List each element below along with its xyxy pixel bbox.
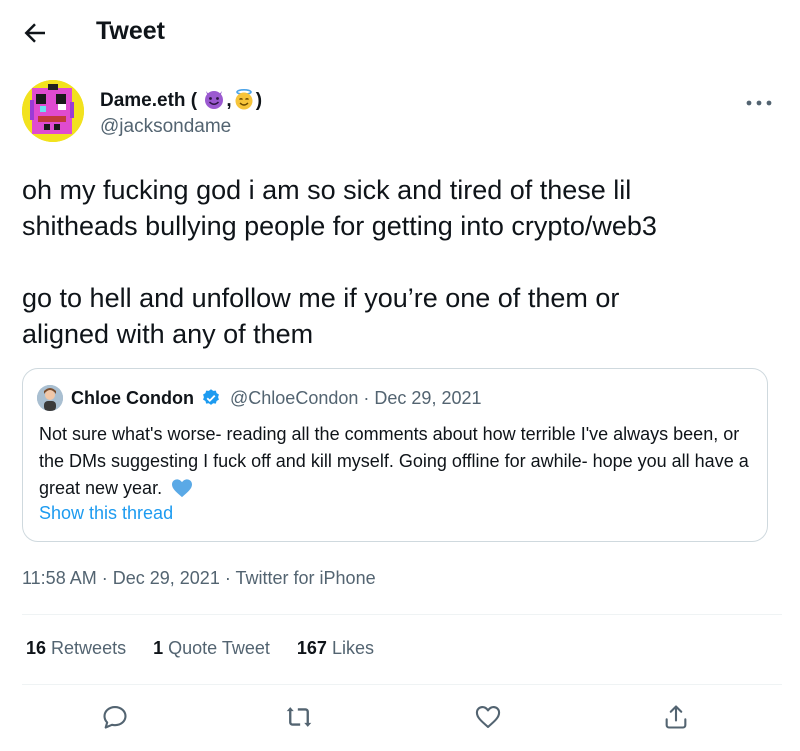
blue-heart-emoji-icon — [172, 479, 193, 498]
tweet-source[interactable]: Twitter for iPhone — [236, 568, 376, 588]
page-title: Tweet — [96, 17, 165, 45]
retweets-count: 16 — [26, 638, 47, 658]
back-arrow-icon[interactable] — [20, 18, 50, 48]
engagement-stats: 16 Retweets 1 Quote Tweet 167 Likes — [26, 638, 396, 659]
quoted-tweet-date: Dec 29, 2021 — [374, 388, 482, 408]
more-icon[interactable] — [744, 96, 774, 110]
author-avatar[interactable] — [22, 80, 84, 142]
tweet-time[interactable]: 11:58 AM — [22, 568, 97, 588]
likes-label: Likes — [331, 638, 374, 658]
tweet-text: oh my fucking god i am so sick and tired… — [22, 175, 657, 349]
timestamp-separator: · — [224, 568, 231, 588]
divider — [22, 614, 782, 615]
quoted-author-handle: @ChloeCondon — [230, 388, 359, 408]
halo-face-emoji-icon — [235, 88, 253, 110]
tweet-action-bar — [0, 703, 800, 733]
author-handle[interactable]: @jacksondame — [100, 116, 231, 138]
share-icon[interactable] — [662, 703, 690, 731]
tweet-date[interactable]: Dec 29, 2021 — [113, 568, 220, 588]
tweet-timestamp: 11:58 AM · Dec 29, 2021 · Twitter for iP… — [22, 568, 376, 589]
quote-tweets-label: Quote Tweet — [168, 638, 270, 658]
author-name[interactable]: Dame.eth ( , ) — [100, 88, 262, 112]
smiling-devil-emoji-icon — [205, 91, 224, 109]
show-thread-link[interactable]: Show this thread — [39, 503, 173, 524]
timestamp-separator: · — [101, 568, 108, 588]
verified-icon — [203, 389, 219, 405]
quoted-tweet-text-block: Not sure what's worse- reading all the c… — [39, 421, 759, 502]
likes-count: 167 — [296, 638, 327, 658]
like-icon[interactable] — [474, 703, 502, 731]
reply-icon[interactable] — [101, 703, 129, 731]
likes-stat[interactable]: 167 Likes — [297, 638, 374, 658]
top-bar: Tweet — [0, 0, 800, 64]
quoted-tweet-card[interactable]: Chloe Condon @ChloeCondon · Dec 29, 2021… — [22, 368, 768, 542]
quote-tweets-count: 1 — [153, 638, 164, 658]
quoted-author-name: Chloe Condon — [71, 388, 194, 408]
retweet-icon[interactable] — [285, 703, 313, 731]
quoted-author-avatar — [37, 385, 63, 411]
retweets-label: Retweets — [51, 638, 127, 658]
author-name-separator: , — [226, 90, 232, 111]
divider — [22, 684, 782, 685]
quoted-meta-separator: · — [363, 388, 370, 408]
quoted-tweet-header: Chloe Condon @ChloeCondon · Dec 29, 2021 — [71, 388, 481, 409]
author-name-end: ) — [255, 90, 263, 111]
quoted-tweet-text: Not sure what's worse- reading all the c… — [39, 424, 749, 498]
retweets-stat[interactable]: 16 Retweets — [26, 638, 126, 658]
quote-tweets-stat[interactable]: 1 Quote Tweet — [153, 638, 270, 658]
author-name-text: Dame.eth ( — [100, 90, 198, 111]
